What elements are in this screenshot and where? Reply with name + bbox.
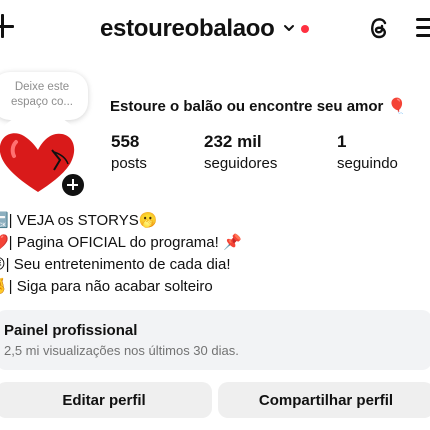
- account-switcher[interactable]: estoureobalaoo: [100, 14, 309, 44]
- plus-icon[interactable]: [0, 14, 14, 38]
- bio-line: 🔙| VEJA os STORYS🫢: [0, 212, 158, 229]
- bio-line: ❤️| Pagina OFICIAL do programa! 📌: [0, 234, 242, 251]
- stat-value: 1: [337, 132, 347, 151]
- stat-value: 558: [111, 132, 140, 151]
- dashboard-title: Painel profissional: [4, 322, 138, 339]
- add-story-icon[interactable]: [60, 172, 86, 198]
- stat-following[interactable]: 1 seguindo: [337, 132, 398, 174]
- dashboard-subtitle: 2,5 mi visualizações nos últimos 30 dias…: [4, 343, 239, 358]
- bio: 🔙| VEJA os STORYS🫢 ❤️| Pagina OFICIAL do…: [0, 210, 430, 298]
- username: estoureobalaoo: [100, 15, 275, 42]
- menu-icon[interactable]: [416, 18, 430, 38]
- professional-dashboard[interactable]: Painel profissional 2,5 mi visualizações…: [0, 310, 430, 370]
- stat-label: seguindo: [337, 155, 398, 172]
- share-profile-button[interactable]: Compartilhar perfil: [218, 382, 430, 418]
- chevron-down-icon: [283, 25, 294, 31]
- bio-line: 🤞| Siga para não acabar solteiro: [0, 278, 213, 295]
- notification-dot: [300, 25, 309, 33]
- bio-line: 😜| Seu entretenimento de cada dia!: [0, 256, 231, 273]
- stat-value: 232 mil: [204, 132, 262, 151]
- note-placeholder: Deixe este espaço co...: [10, 81, 73, 108]
- stat-label: seguidores: [204, 155, 278, 172]
- stat-label: posts: [111, 155, 147, 172]
- stat-posts[interactable]: 558 posts: [111, 132, 147, 174]
- top-bar: estoureobalaoo: [0, 0, 430, 58]
- profile-name: Estoure o balão ou encontre seu amor 🎈: [110, 98, 407, 115]
- edit-profile-button[interactable]: Editar perfil: [0, 382, 212, 418]
- stat-followers[interactable]: 232 mil seguidores: [204, 132, 277, 174]
- threads-icon[interactable]: [366, 14, 392, 42]
